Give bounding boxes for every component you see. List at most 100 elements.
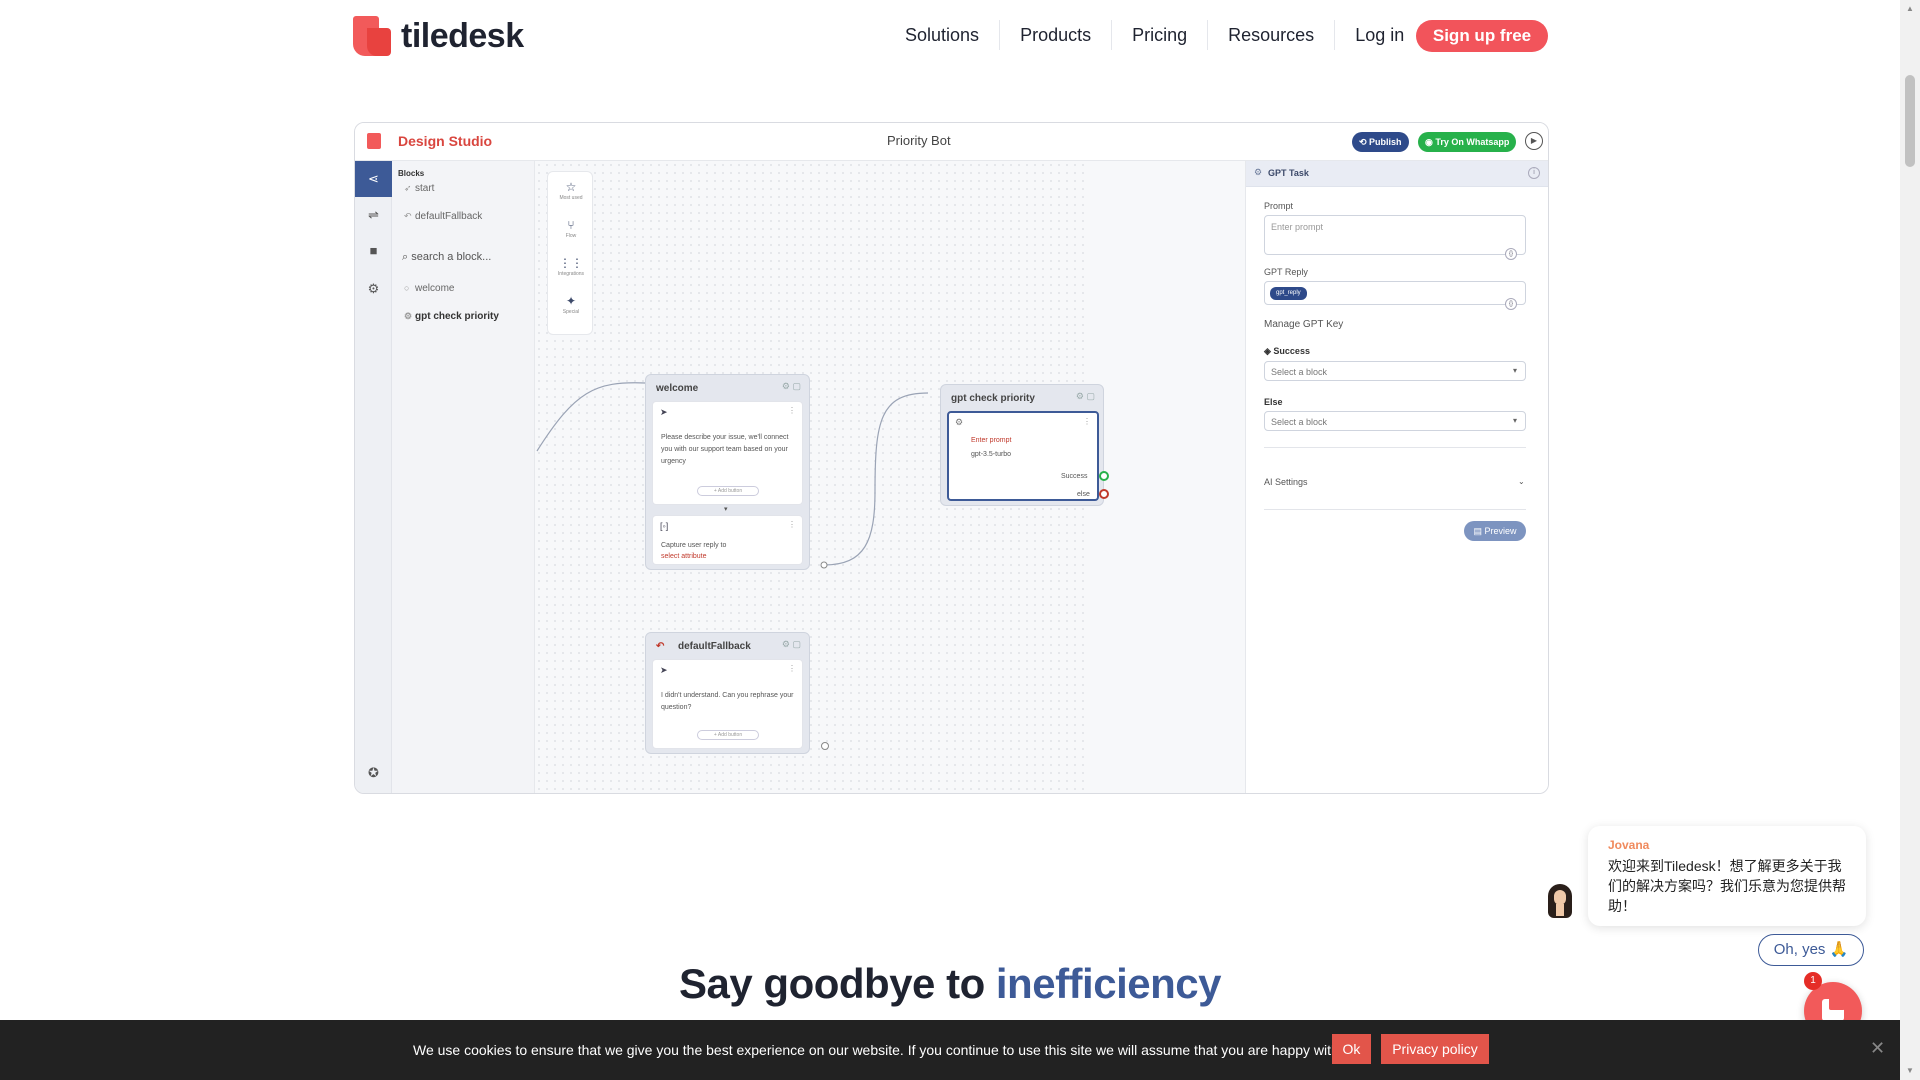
drag-handle-icon[interactable]: ⋮ <box>788 520 796 529</box>
palette-integrations[interactable]: ⋮⋮ Integrations <box>548 256 594 277</box>
cookie-ok-button[interactable]: Ok <box>1332 1034 1371 1064</box>
divider <box>1264 447 1526 448</box>
gpt-icon: ⚙ <box>955 417 964 427</box>
else-select-value: Select a block <box>1271 417 1328 427</box>
try-whatsapp-label: Try On Whatsapp <box>1435 137 1510 147</box>
nav-solutions[interactable]: Solutions <box>885 20 1001 50</box>
ai-settings-toggle[interactable]: AI Settings <box>1264 477 1308 487</box>
welcome-add-button[interactable]: + Add button <box>697 486 759 496</box>
success-select-value: Select a block <box>1271 367 1328 377</box>
drag-handle-icon[interactable]: ⋮ <box>1083 417 1091 426</box>
send-icon: ➤ <box>660 665 668 675</box>
tiledesk-logo-icon <box>353 16 391 56</box>
palette-flow[interactable]: ⑂ Flow <box>548 218 594 239</box>
success-label-text: Success <box>1273 346 1310 356</box>
fallback-message-card[interactable]: ➤ ⋮ I didn't understand. Can you rephras… <box>652 659 803 749</box>
gpt-model-text: gpt-3.5-turbo <box>971 451 1012 458</box>
chevron-down-icon: ▾ <box>1512 416 1517 425</box>
section-headline: Say goodbye to inefficiency <box>0 960 1900 1008</box>
studio-rail: ⋖ ⇌ ■ ⚙ ✪ <box>355 161 392 793</box>
nav-resources[interactable]: Resources <box>1208 20 1336 50</box>
block-default-fallback-label: defaultFallback <box>415 211 483 222</box>
gpt-task-card[interactable]: ⚙ ⋮ Enter prompt gpt-3.5-turbo Success e… <box>947 411 1109 501</box>
nav-products[interactable]: Products <box>1000 20 1113 50</box>
prompt-label: Prompt <box>1264 201 1294 211</box>
scroll-up-icon[interactable]: ▲ <box>1906 4 1914 13</box>
node-welcome-title: welcome <box>656 383 699 394</box>
signup-button[interactable]: Sign up free <box>1416 20 1548 52</box>
success-icon: ◈ <box>1264 346 1274 356</box>
unread-badge: 1 <box>1804 972 1822 990</box>
special-icon: ✦ <box>565 294 577 308</box>
chat-message-bubble[interactable]: Jovana 欢迎来到Tiledesk！想了解更多关于我们的解决方案吗？我们乐意… <box>1588 826 1866 926</box>
share-icon[interactable]: ⋖ <box>355 161 392 197</box>
node-gpt-title: gpt check priority <box>951 393 1035 404</box>
capture-attribute[interactable]: select attribute <box>661 551 707 563</box>
send-icon: ➤ <box>660 407 668 417</box>
fallback-add-button[interactable]: + Add button <box>697 730 759 740</box>
welcome-message-text: Please describe your issue, we'll connec… <box>661 434 789 465</box>
settings-icon[interactable]: ⚙ <box>355 271 392 307</box>
scrollbar-thumb[interactable] <box>1905 75 1915 167</box>
preview-button[interactable]: ▤ Preview <box>1464 521 1526 541</box>
palette-most-used[interactable]: ☆ Most used <box>548 180 594 201</box>
block-gpt-check-priority[interactable]: ⚙ gpt check priority <box>404 311 499 322</box>
node-default-fallback[interactable]: ↶ defaultFallback ⚙ ▢ ➤ ⋮ I didn't under… <box>645 632 810 754</box>
headline-text: Say goodbye to <box>679 960 996 1007</box>
try-whatsapp-button[interactable]: ◉ Try On Whatsapp <box>1418 132 1517 152</box>
scroll-down-icon[interactable]: ▼ <box>1906 1066 1914 1075</box>
block-welcome[interactable]: ○ welcome <box>404 283 454 294</box>
capture-reply-card[interactable]: [◦] ⋮ Capture user reply to select attri… <box>652 515 803 565</box>
variable-braces-icon[interactable]: {} <box>1505 248 1517 260</box>
flow-canvas[interactable]: ☆ Most used ⑂ Flow ⋮⋮ Integrations ✦ Special… <box>535 161 1109 793</box>
nav-pricing[interactable]: Pricing <box>1112 20 1209 50</box>
close-icon[interactable]: ✕ <box>1870 1038 1885 1059</box>
gpt-reply-chip[interactable]: gpt_reply <box>1270 287 1307 300</box>
prompt-input[interactable]: Enter prompt {} <box>1264 215 1526 260</box>
gpt-success-label: Success <box>1061 473 1088 480</box>
block-default-fallback[interactable]: ↶ defaultFallback <box>404 211 482 222</box>
drag-handle-icon[interactable]: ⋮ <box>788 406 796 415</box>
search-icon: ⌕ <box>402 251 412 263</box>
flow-icon: ⑂ <box>567 218 575 232</box>
block-start-label: start <box>415 183 435 194</box>
filter-icon[interactable]: ⇌ <box>355 197 392 233</box>
gpt-task-title: GPT Task <box>1268 168 1309 178</box>
node-gpt-check-priority[interactable]: gpt check priority ⚙ ▢ ⚙ ⋮ Enter prompt … <box>940 384 1109 506</box>
tiledesk-logo[interactable]: tiledesk <box>353 16 524 56</box>
chat-agent-name: Jovana <box>1608 838 1650 852</box>
node-actions-icon[interactable]: ⚙ ▢ <box>782 639 801 650</box>
play-icon[interactable]: ▶ <box>1525 132 1543 150</box>
palette-special[interactable]: ✦ Special <box>548 294 594 315</box>
studio-logo-icon <box>367 133 381 149</box>
welcome-message-card[interactable]: ➤ ⋮ Please describe your issue, we'll co… <box>652 401 803 505</box>
node-welcome[interactable]: welcome ⚙ ▢ ➤ ⋮ Please describe your iss… <box>645 374 810 570</box>
node-fallback-title: defaultFallback <box>678 641 751 652</box>
block-search[interactable]: ⌕ search a block... <box>402 251 491 264</box>
node-actions-icon[interactable]: ⚙ ▢ <box>782 381 801 392</box>
chevron-down-icon[interactable]: ⌄ <box>1518 477 1525 486</box>
lock-icon[interactable]: ■ <box>355 233 392 269</box>
help-icon[interactable]: ✪ <box>355 755 392 791</box>
nav-login[interactable]: Log in <box>1335 20 1424 50</box>
page-scrollbar[interactable]: ▲ ▼ <box>1900 0 1920 1080</box>
chat-quick-reply-button[interactable]: Oh, yes 🙏 <box>1758 934 1864 966</box>
block-start[interactable]: ➶ start <box>404 183 434 194</box>
success-select[interactable]: Select a block ▾ <box>1264 361 1526 381</box>
variable-braces-icon[interactable]: {} <box>1505 298 1517 310</box>
drag-handle-icon[interactable]: ⋮ <box>788 664 796 673</box>
palette-most-used-label: Most used <box>559 195 583 201</box>
palette-special-label: Special <box>562 309 580 315</box>
node-actions-icon[interactable]: ⚙ ▢ <box>1076 391 1095 402</box>
block-welcome-label: welcome <box>415 283 455 294</box>
design-studio-preview: Design Studio Priority Bot ⟲ Publish ◉ T… <box>354 122 1549 794</box>
publish-button[interactable]: ⟲ Publish <box>1352 132 1409 152</box>
success-connector[interactable] <box>1099 471 1109 481</box>
info-icon[interactable]: i <box>1528 167 1540 179</box>
headline-accent: inefficiency <box>995 960 1222 1007</box>
privacy-policy-button[interactable]: Privacy policy <box>1381 1034 1489 1064</box>
gpt-reply-input[interactable]: gpt_reply {} <box>1264 281 1526 310</box>
manage-gpt-key-link[interactable]: Manage GPT Key <box>1264 319 1343 330</box>
else-select[interactable]: Select a block ▾ <box>1264 411 1526 431</box>
else-connector[interactable] <box>1099 489 1109 499</box>
